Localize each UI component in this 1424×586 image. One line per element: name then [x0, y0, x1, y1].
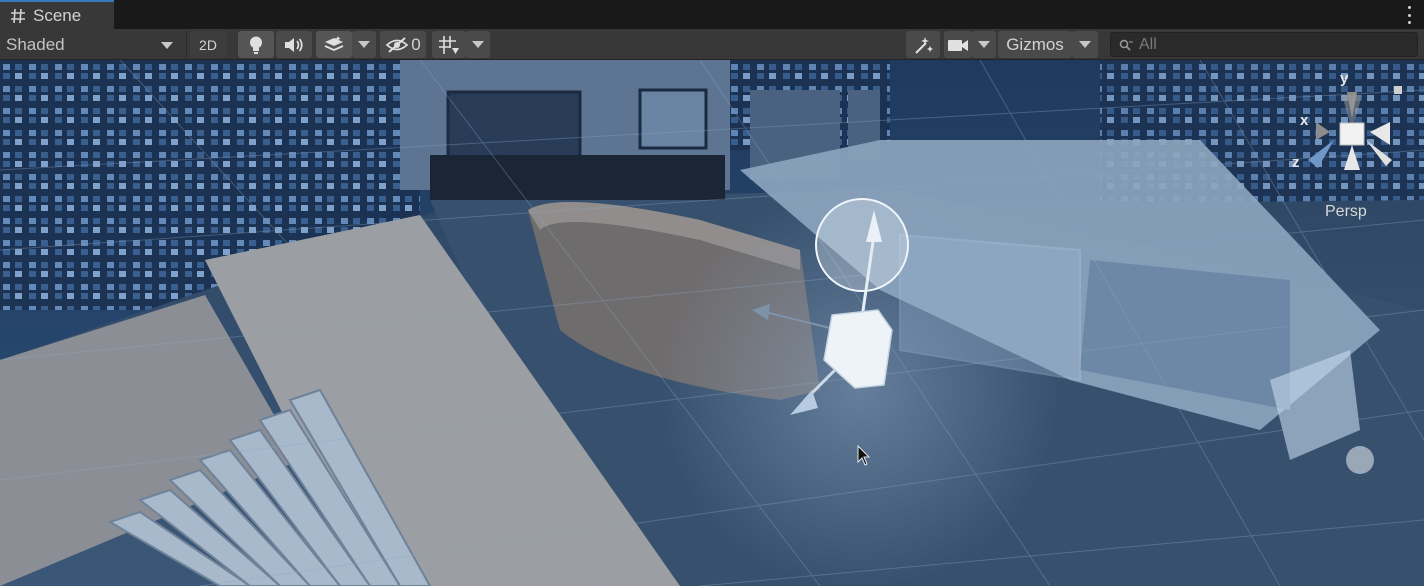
chevron-down-icon [161, 42, 173, 49]
scene-tab-title: Scene [33, 5, 82, 25]
scene-toolbar: Shaded 2D 0 Gizmos All [0, 29, 1424, 60]
camera-icon [948, 39, 968, 51]
lightbulb-icon [250, 36, 262, 54]
grid-snapping-button[interactable] [432, 31, 466, 58]
search-input[interactable]: All [1110, 32, 1418, 57]
lighting-toggle-button[interactable] [238, 31, 274, 58]
effects-toggle-button[interactable] [316, 31, 352, 58]
2d-mode-button[interactable]: 2D [190, 31, 226, 58]
gizmo-y-label[interactable]: y [1340, 70, 1348, 87]
gizmos-dropdown-button[interactable] [1072, 31, 1098, 58]
grid-hash-icon [11, 8, 25, 23]
shading-mode-dropdown[interactable]: Shaded [0, 31, 181, 58]
grid-dropdown-button[interactable] [466, 31, 490, 58]
scene-viewport[interactable]: y x z Persp [0, 60, 1424, 586]
scene-visibility-button[interactable]: 0 [380, 31, 426, 58]
search-icon [1119, 39, 1133, 51]
effects-dropdown-button[interactable] [352, 31, 376, 58]
camera-settings-button[interactable] [944, 31, 972, 58]
chevron-down-icon [472, 41, 484, 48]
projection-toggle[interactable]: Persp [1325, 203, 1367, 221]
gizmos-toggle-button[interactable]: Gizmos [998, 31, 1072, 58]
chevron-down-icon [1079, 41, 1091, 48]
speaker-icon [285, 37, 303, 52]
hidden-objects-count: 0 [411, 34, 421, 54]
camera-dropdown-button[interactable] [972, 31, 996, 58]
search-placeholder: All [1139, 35, 1157, 53]
scene-tab[interactable]: Scene [0, 0, 114, 29]
gizmo-x-label[interactable]: x [1300, 112, 1308, 129]
shading-mode-value: Shaded [6, 34, 65, 54]
gizmo-z-label[interactable]: z [1292, 154, 1300, 171]
layers-stack-icon [324, 35, 344, 51]
kebab-menu-icon[interactable] [1406, 6, 1412, 24]
mouse-cursor-icon [857, 445, 871, 466]
eye-slash-icon [385, 36, 409, 53]
audio-toggle-button[interactable] [276, 31, 312, 58]
2d-mode-label: 2D [199, 36, 217, 53]
wand-tools-icon [915, 36, 933, 54]
gizmos-label: Gizmos [1006, 34, 1064, 54]
chevron-down-icon [358, 41, 370, 48]
tools-overlay-button[interactable] [906, 31, 940, 58]
scene-render [0, 60, 1424, 586]
chevron-down-icon [978, 41, 990, 48]
grid-snap-icon [439, 35, 459, 54]
scene-tab-bar: Scene [0, 0, 1424, 29]
